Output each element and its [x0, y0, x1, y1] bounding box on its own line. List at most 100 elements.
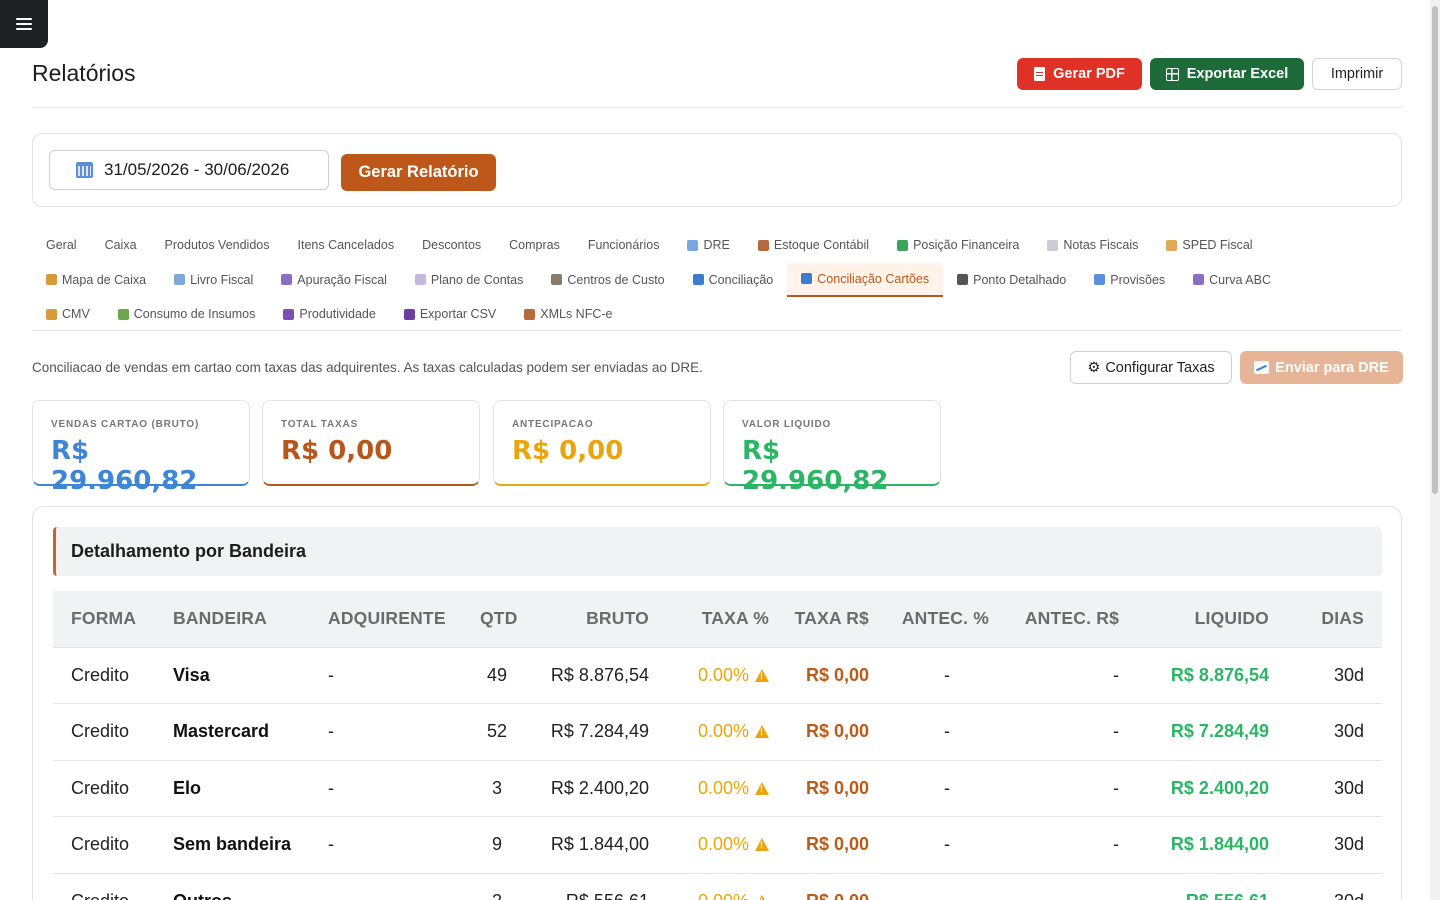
- tab-label: Produtividade: [299, 307, 376, 322]
- tab-livro-fiscal[interactable]: Livro Fiscal: [160, 263, 267, 297]
- col-header[interactable]: TAXA %: [667, 591, 787, 647]
- col-header[interactable]: ANTEC. %: [887, 591, 1007, 647]
- antec-pct-value: -: [944, 891, 950, 900]
- gear-icon: ⚙: [1087, 359, 1101, 376]
- scrollbar-thumb[interactable]: [1432, 6, 1438, 494]
- table-row[interactable]: Credito Mastercard - 52 R$ 7.284,49 0.00% R$ 0…: [53, 703, 1382, 760]
- table-header-row: FORMA BANDEIRA ADQUIRENTE QTD BRUTO TAXA…: [53, 591, 1382, 647]
- stat-label: VENDAS CARTAO (BRUTO): [51, 419, 200, 430]
- table-row[interactable]: Credito Outros - 2 R$ 556,61 0.00% R$ 0,00 - - R$…: [53, 872, 1382, 900]
- tab-funcionários[interactable]: Funcionários: [574, 228, 674, 262]
- send-to-dre-label: Enviar para DRE: [1275, 359, 1389, 376]
- cell-bruto: R$ 2.400,20: [532, 759, 667, 817]
- box-icon: [524, 308, 536, 320]
- antec-rs-value: -: [1113, 721, 1119, 742]
- taxa-rs-value: R$ 0,00: [806, 891, 869, 900]
- spreadsheet-icon: [1165, 67, 1179, 81]
- tab-itens-cancelados[interactable]: Itens Cancelados: [284, 228, 409, 262]
- section-description: Conciliacao de vendas em cartao com taxa…: [32, 360, 703, 375]
- cell-qtd: 49: [462, 646, 532, 704]
- cell-taxa-rs: R$ 0,00: [787, 816, 887, 873]
- table-row[interactable]: Credito Elo - 3 R$ 2.400,20 0.00% R$ 0,00 - - R$ …: [53, 759, 1382, 817]
- tab-ponto-detalhado[interactable]: Ponto Detalhado: [943, 263, 1080, 297]
- tab-exportar-csv[interactable]: Exportar CSV: [390, 297, 510, 331]
- tab-produtos-vendidos[interactable]: Produtos Vendidos: [151, 228, 284, 262]
- tab-mapa-de-caixa[interactable]: Mapa de Caixa: [32, 263, 160, 297]
- date-range-input[interactable]: 31/05/2026 - 30/06/2026: [49, 150, 329, 190]
- tab-estoque-contábil[interactable]: Estoque Contábil: [744, 228, 883, 262]
- bandeira-value: Outros: [173, 891, 232, 900]
- generate-pdf-button[interactable]: Gerar PDF: [1017, 58, 1142, 90]
- col-header[interactable]: ADQUIRENTE: [310, 591, 462, 647]
- configure-fees-button[interactable]: ⚙ Configurar Taxas: [1070, 351, 1232, 384]
- table-row[interactable]: Credito Sem bandeira - 9 R$ 1.844,00 0.00% R$ …: [53, 816, 1382, 873]
- antec-pct-value: -: [944, 777, 950, 798]
- col-header[interactable]: BANDEIRA: [155, 591, 310, 647]
- col-header[interactable]: FORMA: [53, 591, 155, 647]
- cell-bandeira: Outros: [155, 872, 310, 900]
- dias-value: 30d: [1333, 777, 1364, 798]
- tab-sped-fiscal[interactable]: SPED Fiscal: [1152, 228, 1266, 262]
- col-header[interactable]: QTD: [462, 591, 532, 647]
- tab-notas-fiscais[interactable]: Notas Fiscais: [1033, 228, 1152, 262]
- table-row[interactable]: Credito Visa - 49 R$ 8.876,54 0.00% R$ 0,00 - - R…: [53, 646, 1382, 704]
- warning-icon: [755, 781, 769, 795]
- cell-forma: Credito: [53, 816, 155, 873]
- send-to-dre-button[interactable]: Enviar para DRE: [1240, 351, 1403, 384]
- tab-plano-de-contas[interactable]: Plano de Contas: [401, 263, 537, 297]
- hamburger-icon: [16, 18, 32, 30]
- tab-centros-de-custo[interactable]: Centros de Custo: [537, 263, 678, 297]
- cell-taxa-pct: 0.00%: [667, 759, 787, 817]
- tab-consumo-de-insumos[interactable]: Consumo de Insumos: [104, 297, 270, 331]
- tab-produtividade[interactable]: Produtividade: [269, 297, 389, 331]
- ledger-icon: [414, 274, 426, 286]
- menu-toggle-button[interactable]: [0, 0, 48, 48]
- tab-xmls-nfc-e[interactable]: XMLs NFC-e: [510, 297, 626, 331]
- tab-row: Mapa de Caixa Livro Fiscal Apuração Fiscal…: [32, 262, 1402, 298]
- stat-value: R$ 29.960,82: [51, 436, 198, 496]
- tab-geral[interactable]: Geral: [32, 228, 91, 262]
- taxa-rs-value: R$ 0,00: [805, 721, 869, 742]
- tab-descontos[interactable]: Descontos: [408, 228, 495, 262]
- tab-curva-abc[interactable]: Curva ABC: [1179, 263, 1285, 297]
- antec-pct-value: -: [944, 664, 950, 685]
- adquirente-value: -: [328, 721, 334, 742]
- col-header[interactable]: ANTEC. R$: [1007, 591, 1137, 647]
- warning-icon: [755, 838, 769, 852]
- tab-provisões[interactable]: Provisões: [1080, 263, 1179, 297]
- cell-taxa-pct: 0.00%: [667, 872, 787, 900]
- tab-apuração-fiscal[interactable]: Apuração Fiscal: [267, 263, 401, 297]
- pdf-icon: [1034, 67, 1046, 81]
- tab-cmv[interactable]: CMV: [32, 297, 104, 331]
- tab-conciliação-cartões[interactable]: Conciliação Cartões: [787, 262, 944, 297]
- col-header[interactable]: LIQUIDO: [1137, 591, 1287, 647]
- page-icon: [1047, 239, 1059, 251]
- qtd-value: 2: [492, 891, 502, 900]
- bruto-value: R$ 556,61: [566, 891, 649, 900]
- tab-compras[interactable]: Compras: [495, 228, 574, 262]
- page-scrollbar[interactable]: [1430, 0, 1440, 900]
- tab-caixa[interactable]: Caixa: [91, 228, 151, 262]
- export-excel-button[interactable]: Exportar Excel: [1150, 58, 1304, 90]
- chart-icon: [1254, 361, 1270, 374]
- cell-forma: Credito: [53, 759, 155, 817]
- print-button[interactable]: Imprimir: [1312, 58, 1402, 90]
- header-divider: [32, 107, 1402, 108]
- col-header[interactable]: DIAS: [1287, 591, 1382, 647]
- date-range-value: 31/05/2026 - 30/06/2026: [104, 160, 290, 179]
- tab-conciliação[interactable]: Conciliação: [679, 263, 788, 297]
- taxa-pct-value: 0.00%: [698, 891, 749, 900]
- col-header[interactable]: BRUTO: [532, 591, 667, 647]
- cell-forma: Credito: [53, 872, 155, 900]
- cell-antec-rs: -: [1007, 703, 1137, 760]
- tab-dre[interactable]: DRE: [673, 228, 743, 262]
- col-header[interactable]: TAXA R$: [787, 591, 887, 647]
- tab-posição-financeira[interactable]: Posição Financeira: [883, 228, 1033, 262]
- generate-report-button[interactable]: Gerar Relatório: [341, 154, 496, 191]
- bar-chart-icon: [1193, 274, 1205, 286]
- tab-label: Estoque Contábil: [773, 238, 870, 253]
- floppy-icon: [403, 308, 415, 320]
- bruto-value: R$ 8.876,54: [550, 664, 649, 685]
- cell-forma: Credito: [53, 646, 155, 704]
- tab-label: Apuração Fiscal: [297, 272, 387, 287]
